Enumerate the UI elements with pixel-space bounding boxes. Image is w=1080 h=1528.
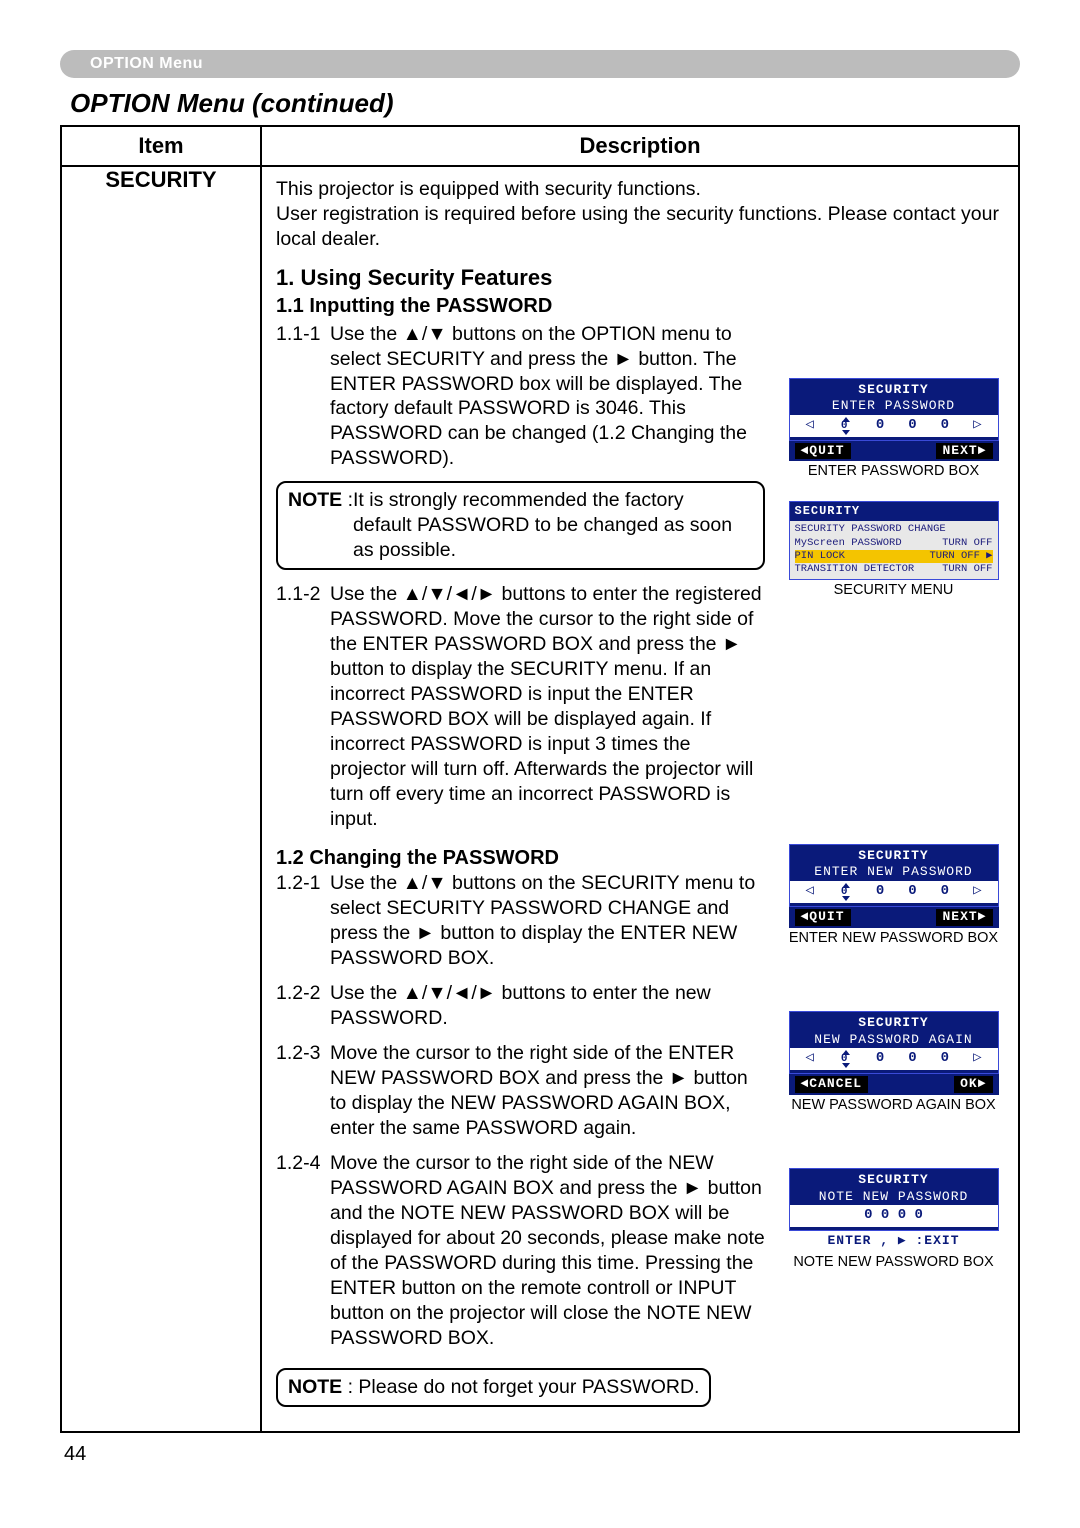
figure-note-new-password-box: SECURITY NOTE NEW PASSWORD 0 0 0 0 ENTER… [789, 1168, 999, 1271]
figure-new-password-again-box: SECURITY NEW PASSWORD AGAIN ◁ 0 0 0 0 ▷ [789, 1011, 999, 1114]
osd-digit-row: ◁ 0 0 0 0 ▷ [790, 415, 998, 437]
step-body: Move the cursor to the right side of the… [330, 1041, 765, 1141]
main-table: Item Description SECURITY This projector… [60, 125, 1020, 1433]
arrow-left-icon: ◁ [805, 417, 813, 435]
section-1-1-heading: 1.1 Inputting the PASSWORD [276, 294, 1006, 320]
step-1-1-2: 1.1-2 Use the ▲/▼/◄/► buttons to enter t… [276, 582, 765, 832]
note-text-line2: default PASSWORD to be changed as soon a… [353, 514, 732, 561]
page-number: 44 [64, 1443, 1020, 1466]
figure-caption: NEW PASSWORD AGAIN BOX [789, 1097, 999, 1114]
header-tab-label: OPTION Menu [90, 55, 203, 73]
note-box-2: NOTE : Please do not forget your PASSWOR… [276, 1368, 711, 1407]
step-1-2-1: 1.2-1 Use the ▲/▼ buttons on the SECURIT… [276, 871, 765, 971]
description-cell: This projector is equipped with security… [261, 166, 1019, 1432]
step-number: 1.2-4 [276, 1151, 330, 1351]
figure-enter-new-password-box: SECURITY ENTER NEW PASSWORD ◁ 0 0 0 0 ▷ [789, 844, 999, 947]
step-1-1-1: 1.1-1 Use the ▲/▼ buttons on the OPTION … [276, 322, 765, 472]
column-header-description: Description [261, 126, 1019, 166]
osd-title: SECURITY [790, 382, 998, 399]
osd-exit-row: ENTER , ▶ :EXIT [789, 1231, 999, 1252]
step-body: Use the ▲/▼/◄/► buttons to enter the reg… [330, 582, 765, 832]
step-body: Use the ▲/▼ buttons on the OPTION menu t… [330, 322, 765, 472]
note-text-line1: It is strongly recommended the factory [353, 489, 684, 511]
osd-plain-digits: 0 0 0 0 [790, 1205, 998, 1227]
osd-menu-header: SECURITY [790, 502, 998, 521]
osd-next-label: NEXT► [936, 443, 992, 460]
step-1-2-2: 1.2-2 Use the ▲/▼/◄/► buttons to enter t… [276, 981, 765, 1031]
figure-caption: NOTE NEW PASSWORD BOX [789, 1254, 999, 1271]
step-body: Use the ▲/▼ buttons on the SECURITY menu… [330, 871, 765, 971]
figure-enter-password-box: SECURITY ENTER PASSWORD ◁ 0 0 0 0 ▷ [789, 378, 999, 481]
figure-caption: ENTER PASSWORD BOX [789, 463, 999, 480]
osd-subtitle: ENTER PASSWORD [790, 398, 998, 415]
step-number: 1.2-3 [276, 1041, 330, 1141]
step-body: Use the ▲/▼/◄/► buttons to enter the new… [330, 981, 765, 1031]
note-label: NOTE [288, 489, 342, 511]
step-number: 1.2-1 [276, 871, 330, 971]
figure-caption: ENTER NEW PASSWORD BOX [789, 930, 999, 947]
figure-caption: SECURITY MENU [789, 582, 999, 599]
arrow-right-icon: ▷ [973, 417, 981, 435]
figure-security-menu: SECURITY SECURITY PASSWORD CHANGE MyScre… [789, 501, 999, 600]
section-1-heading: 1. Using Security Features [276, 264, 1006, 292]
osd-quit-label: ◄QUIT [795, 443, 851, 460]
page-title: OPTION Menu (continued) [70, 88, 1020, 119]
note-box-1: NOTE : It is strongly recommended the fa… [276, 481, 765, 570]
column-header-item: Item [61, 126, 261, 166]
step-1-2-3: 1.2-3 Move the cursor to the right side … [276, 1041, 765, 1141]
step-1-2-4: 1.2-4 Move the cursor to the right side … [276, 1151, 765, 1351]
step-body: Move the cursor to the right side of the… [330, 1151, 765, 1351]
section-1-2-heading: 1.2 Changing the PASSWORD [276, 846, 765, 872]
step-number: 1.1-1 [276, 322, 330, 472]
header-tab: OPTION Menu [60, 50, 1020, 78]
step-number: 1.1-2 [276, 582, 330, 832]
step-number: 1.2-2 [276, 981, 330, 1031]
item-cell-security: SECURITY [61, 166, 261, 1432]
intro-text: This projector is equipped with security… [276, 177, 1006, 252]
